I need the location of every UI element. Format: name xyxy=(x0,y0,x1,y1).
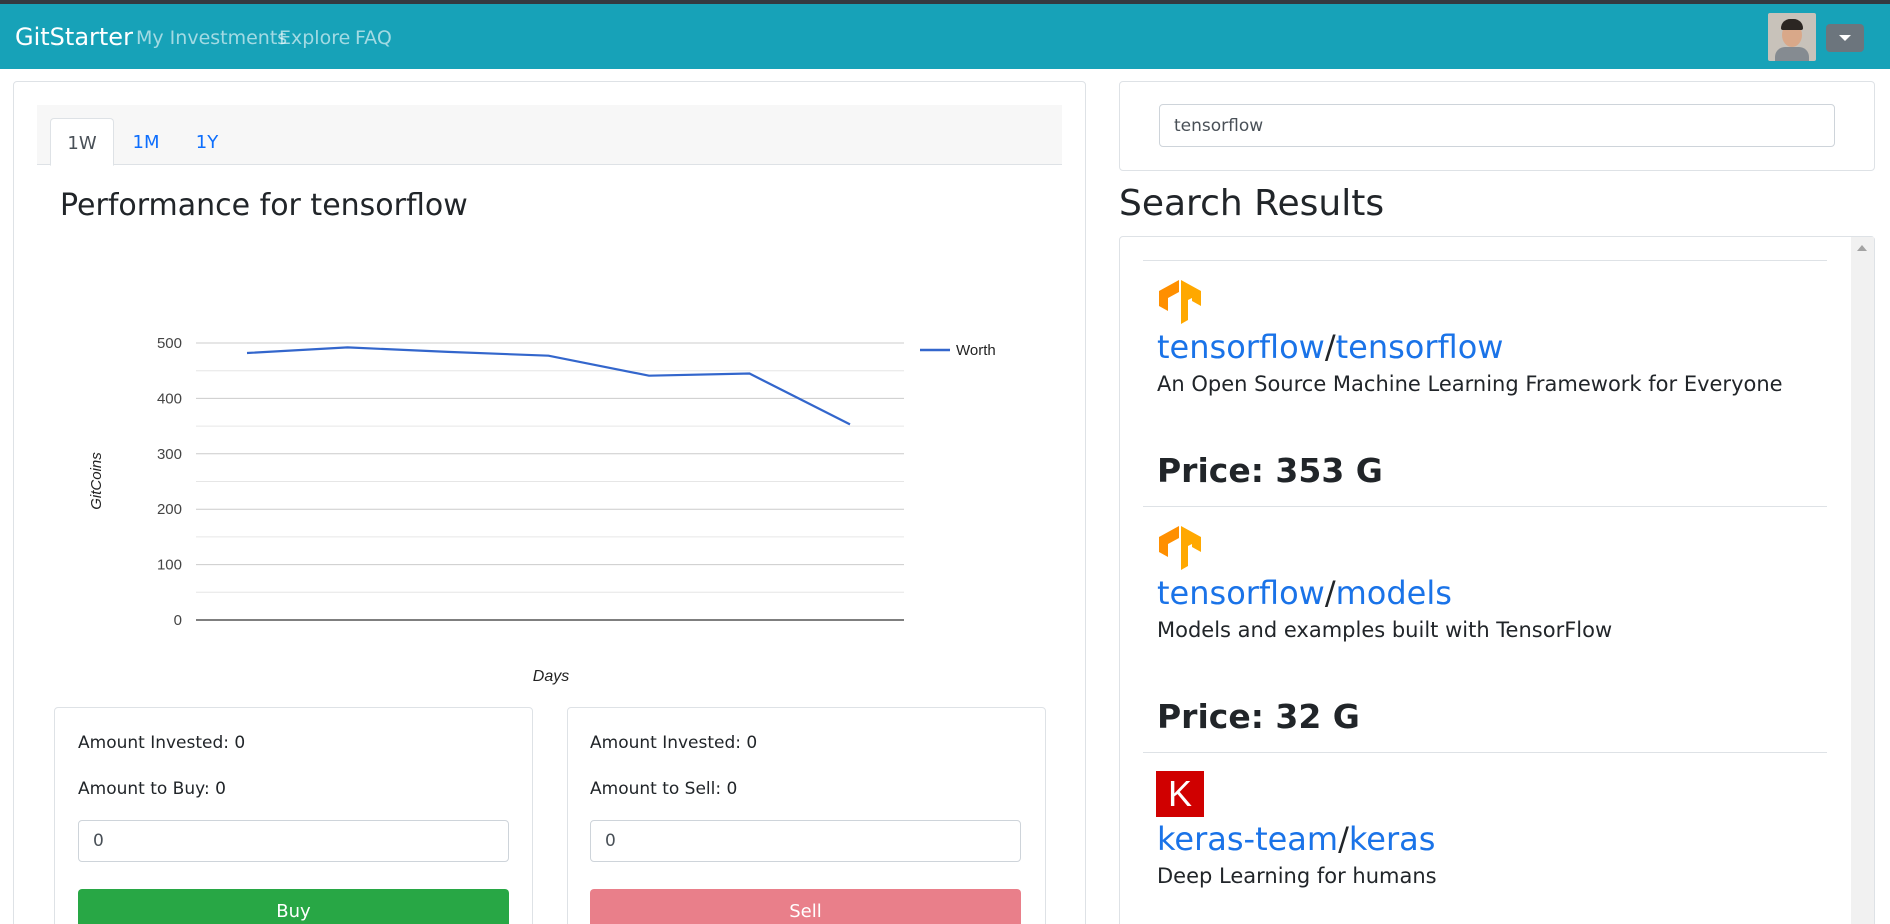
y-tick-label: 100 xyxy=(157,557,182,574)
chart-grid xyxy=(196,342,904,621)
user-menu-dropdown-button[interactable] xyxy=(1826,24,1864,52)
scroll-up-arrow-icon[interactable] xyxy=(1857,245,1867,251)
nav-explore[interactable]: Explore xyxy=(279,27,350,49)
tensorflow-logo-icon xyxy=(1159,280,1201,324)
repo-name-link[interactable]: keras xyxy=(1349,820,1436,858)
y-tick-label: 400 xyxy=(157,390,182,407)
repo-owner-link[interactable]: keras-team xyxy=(1157,820,1338,858)
search-input[interactable] xyxy=(1159,104,1835,147)
y-tick-label: 500 xyxy=(157,335,182,352)
amount-to-sell: Amount to Sell: 0 xyxy=(590,779,738,799)
avatar[interactable] xyxy=(1768,13,1816,61)
buy-button[interactable]: Buy xyxy=(78,889,509,924)
result-description: Deep Learning for humans xyxy=(1157,864,1437,888)
y-tick-label: 300 xyxy=(157,446,182,463)
result-repo-link[interactable]: tensorflow/tensorflow xyxy=(1157,328,1503,366)
nav-faq[interactable]: FAQ xyxy=(355,27,392,49)
brand-logo[interactable]: GitStarter xyxy=(15,23,133,51)
tensorflow-logo-icon xyxy=(1159,526,1201,570)
x-axis-label: Days xyxy=(533,668,569,685)
performance-chart: 0 100 200 300 400 500 Worth GitCoins Days xyxy=(88,335,996,685)
y-axis-label: GitCoins xyxy=(88,452,105,510)
result-divider xyxy=(1143,752,1827,753)
result-price: Price: 32 G xyxy=(1157,697,1360,736)
result-divider xyxy=(1143,506,1827,507)
result-description: An Open Source Machine Learning Framewor… xyxy=(1157,372,1783,396)
buy-amount-input[interactable] xyxy=(78,820,509,862)
result-repo-link[interactable]: tensorflow/models xyxy=(1157,574,1452,612)
result-repo-link[interactable]: keras-team/keras xyxy=(1157,820,1435,858)
keras-logo-icon: K xyxy=(1156,771,1204,817)
results-scrollbar[interactable] xyxy=(1851,237,1874,924)
tab-1m[interactable]: 1M xyxy=(123,118,169,166)
amount-to-buy: Amount to Buy: 0 xyxy=(78,779,226,799)
repo-owner-link[interactable]: tensorflow xyxy=(1157,328,1325,366)
sell-amount-input[interactable] xyxy=(590,820,1021,862)
result-price: Price: 353 G xyxy=(1157,451,1383,490)
legend-label: Worth xyxy=(956,342,996,359)
performance-title: Performance for tensorflow xyxy=(60,188,468,223)
result-divider xyxy=(1143,260,1827,261)
nav-my-investments[interactable]: My Investments xyxy=(136,27,287,49)
y-axis-ticks: 0 100 200 300 400 500 xyxy=(157,335,182,629)
repo-owner-link[interactable]: tensorflow xyxy=(1157,574,1325,612)
repo-name-link[interactable]: tensorflow xyxy=(1336,328,1504,366)
tab-1w[interactable]: 1W xyxy=(50,118,114,166)
repo-name-link[interactable]: models xyxy=(1336,574,1452,612)
navbar: GitStarter My Investments Explore FAQ xyxy=(0,4,1890,69)
buy-amount-invested: Amount Invested: 0 xyxy=(78,733,246,753)
y-tick-label: 200 xyxy=(157,501,182,518)
result-description: Models and examples built with TensorFlo… xyxy=(1157,618,1613,642)
search-results-title: Search Results xyxy=(1119,183,1385,224)
sell-amount-invested: Amount Invested: 0 xyxy=(590,733,758,753)
sell-button[interactable]: Sell xyxy=(590,889,1021,924)
tab-1y[interactable]: 1Y xyxy=(185,118,229,166)
worth-series-line xyxy=(246,346,851,426)
y-tick-label: 0 xyxy=(174,612,182,629)
